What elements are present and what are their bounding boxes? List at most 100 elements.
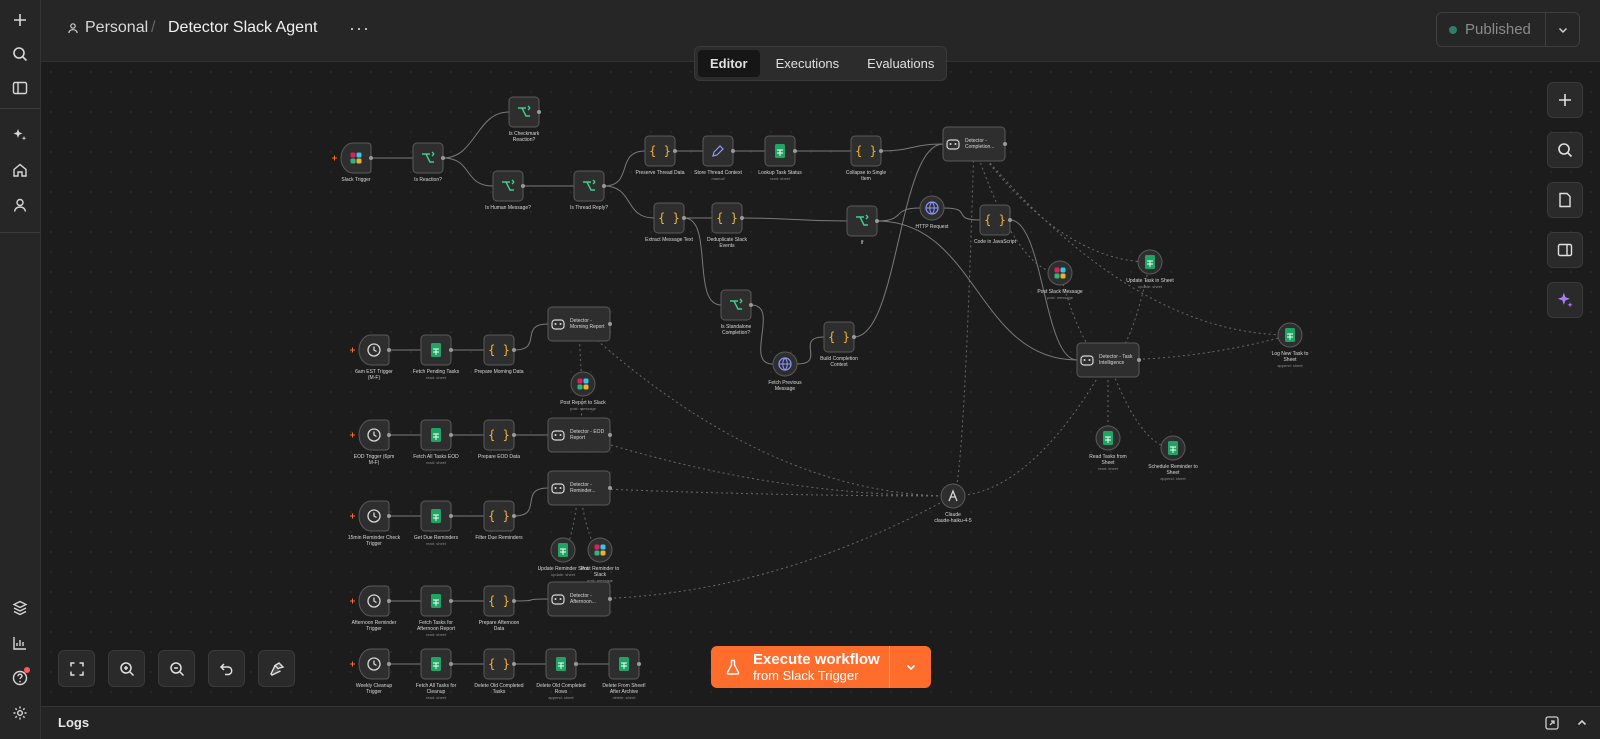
templates-icon[interactable] [8, 596, 32, 620]
workflow-node[interactable]: Schedule Reminder toSheetappend: sheet [1148, 435, 1198, 481]
tab-executions[interactable]: Executions [764, 50, 852, 77]
workflow-node[interactable]: Post Slack Messagepost: message [1037, 260, 1083, 300]
connection-line[interactable] [876, 207, 921, 222]
workflow-node[interactable]: Detector -Morning Report [547, 306, 612, 342]
tidy-up-button[interactable] [258, 650, 295, 687]
workflow-node[interactable]: Post Reminder toSlackpost: message [581, 537, 620, 583]
connection-line[interactable] [741, 217, 848, 222]
user-icon[interactable] [8, 193, 32, 217]
execute-main[interactable]: Execute workflow from Slack Trigger [711, 646, 889, 688]
insights-icon[interactable] [8, 631, 32, 655]
panel-toggle-icon[interactable] [8, 76, 32, 100]
zoom-to-fit-button[interactable] [58, 650, 95, 687]
workflow-node[interactable]: { } Filter Due Reminders [475, 500, 523, 541]
chevron-up-icon[interactable] [1574, 715, 1590, 731]
workflow-node[interactable]: Post Report to Slackpost: message [560, 371, 606, 411]
workflow-node[interactable]: Get Due Remindersread: sheet [414, 500, 459, 546]
add-node-button[interactable] [1547, 82, 1583, 118]
ai-assistant-button[interactable] [1547, 282, 1583, 318]
connection-line[interactable] [513, 598, 549, 602]
workflow-node[interactable]: { } Prepare EOD Data [478, 419, 520, 460]
workflow-name[interactable]: Detector Slack Agent [168, 19, 317, 37]
workflow-node[interactable]: Is Thread Reply? [570, 170, 608, 211]
workflow-node[interactable]: Fetch All Tasks EODread: sheet [413, 419, 459, 465]
execute-options-chevron-icon[interactable] [889, 646, 931, 688]
workflow-node[interactable]: Detector -Reminder... [547, 470, 612, 506]
workflow-node[interactable]: { } Code in JavaScript [974, 204, 1017, 245]
connection-line[interactable] [513, 323, 549, 351]
workflow-node[interactable]: { } Prepare Morning Data [474, 334, 524, 375]
search-nodes-button[interactable] [1547, 132, 1583, 168]
workflow-node[interactable]: Log New Task toSheetappend: sheet [1272, 322, 1309, 368]
plus-icon[interactable] [8, 8, 32, 32]
workflow-node[interactable]: Claudeclaude-haiku-4-5 [934, 483, 972, 524]
more-options-icon[interactable]: ··· [349, 18, 370, 39]
workflow-node[interactable]: { } Preserve Thread Data [635, 135, 685, 176]
workflow-node[interactable]: Afternoon ReminderTrigger [350, 585, 397, 632]
search-icon[interactable] [8, 42, 32, 66]
workflow-node[interactable]: Is StandaloneCompletion? [720, 289, 753, 336]
workflow-node[interactable]: Fetch All Tasks forCleanupread: sheet [416, 648, 457, 700]
workflow-node[interactable]: Store Thread Contextmanual [694, 135, 742, 181]
workflow-node[interactable]: Detector -Completion... [942, 126, 1007, 162]
tab-evaluations[interactable]: Evaluations [855, 50, 946, 77]
sub-connection-line[interactable] [973, 143, 1291, 336]
home-icon[interactable] [8, 158, 32, 182]
sub-connection-line[interactable] [578, 495, 954, 600]
sub-connection-line[interactable] [578, 434, 954, 497]
breadcrumb-project[interactable]: Personal [67, 19, 148, 37]
connection-line[interactable] [603, 185, 655, 219]
chevron-down-icon[interactable] [1545, 13, 1579, 46]
connection-line[interactable] [750, 304, 774, 365]
sub-connection-line[interactable] [952, 143, 975, 497]
connection-line[interactable] [442, 157, 494, 187]
workflow-node[interactable]: Delete From Sheet!After Archivedelete: s… [602, 648, 646, 700]
zoom-in-button[interactable] [108, 650, 145, 687]
workflow-node[interactable]: Is Human Message? [485, 170, 531, 211]
workflow-node[interactable]: Fetch PreviousMessage [768, 351, 802, 392]
workflow-node[interactable]: Delete Old CompletedRowsappend: sheet [536, 648, 586, 700]
workflow-node[interactable]: Fetch Pending Tasksread: sheet [413, 334, 460, 380]
workflow-node[interactable]: 6am EST Trigger(M-F) [350, 334, 393, 381]
settings-icon[interactable] [8, 701, 32, 725]
sub-connection-line[interactable] [578, 323, 954, 497]
sticky-note-button[interactable] [1547, 182, 1583, 218]
workflow-node[interactable]: { }Delete Old CompletedTasks [474, 648, 524, 695]
workflow-node[interactable]: Is Reaction? [412, 142, 445, 183]
workflow-node[interactable]: Weekly CleanupTrigger [350, 648, 392, 695]
workflow-node[interactable]: HTTP Request [916, 195, 950, 230]
workflow-node[interactable]: { } Extract Message Text [645, 202, 693, 243]
undo-button[interactable] [208, 650, 245, 687]
workflow-node[interactable]: 15min Reminder CheckTrigger [348, 500, 401, 547]
sparkles-icon[interactable] [8, 123, 32, 147]
sub-connection-line[interactable] [952, 359, 1109, 497]
workflow-node[interactable]: Update Task in Sheetupdate: sheet [1126, 249, 1174, 289]
help-icon[interactable] [8, 666, 32, 690]
connection-line[interactable] [603, 150, 646, 187]
workflow-node[interactable]: Detector -Afternoon... [547, 581, 612, 617]
workflow-node[interactable]: Slack Trigger [332, 142, 373, 183]
zoom-out-button[interactable] [158, 650, 195, 687]
workflow-node[interactable]: Is CheckmarkReaction? [508, 96, 541, 143]
workflow-canvas[interactable]: Slack Trigger Is Reaction? Is Checkmark Rea… [41, 62, 1600, 706]
workflow-node[interactable]: { }Deduplicate SlackEvents [707, 202, 748, 249]
workflow-node[interactable]: Read Tasks fromSheetread: sheet [1089, 425, 1127, 471]
pop-out-icon[interactable] [1544, 715, 1560, 731]
published-button[interactable]: Published [1437, 13, 1545, 46]
workflow-node[interactable]: Detector - TaskIntelligence [1076, 342, 1141, 378]
workflow-node[interactable]: Detector - EODReport [547, 417, 612, 453]
execute-workflow-button[interactable]: Execute workflow from Slack Trigger [711, 646, 931, 688]
workflow-node[interactable]: { }Prepare AfternoonData [479, 585, 520, 632]
workflow-node[interactable]: Fetch Tasks forAfternoon Reportread: she… [417, 585, 456, 637]
workflow-node[interactable]: { }Build CompletionContext [820, 321, 858, 368]
connection-line[interactable] [513, 487, 549, 517]
workflow-node[interactable]: If [846, 205, 879, 246]
workflow-node[interactable]: { }Collapse to SingleItem [846, 135, 887, 182]
connection-line[interactable] [943, 207, 981, 221]
tab-editor[interactable]: Editor [698, 50, 760, 77]
workflow-node[interactable]: EOD Trigger (6pmM-F) [350, 419, 394, 466]
logs-panel-bar[interactable]: Logs [41, 706, 1600, 739]
publish-control[interactable]: Published [1436, 12, 1580, 47]
connection-line[interactable] [442, 111, 510, 159]
side-panel-button[interactable] [1547, 232, 1583, 268]
